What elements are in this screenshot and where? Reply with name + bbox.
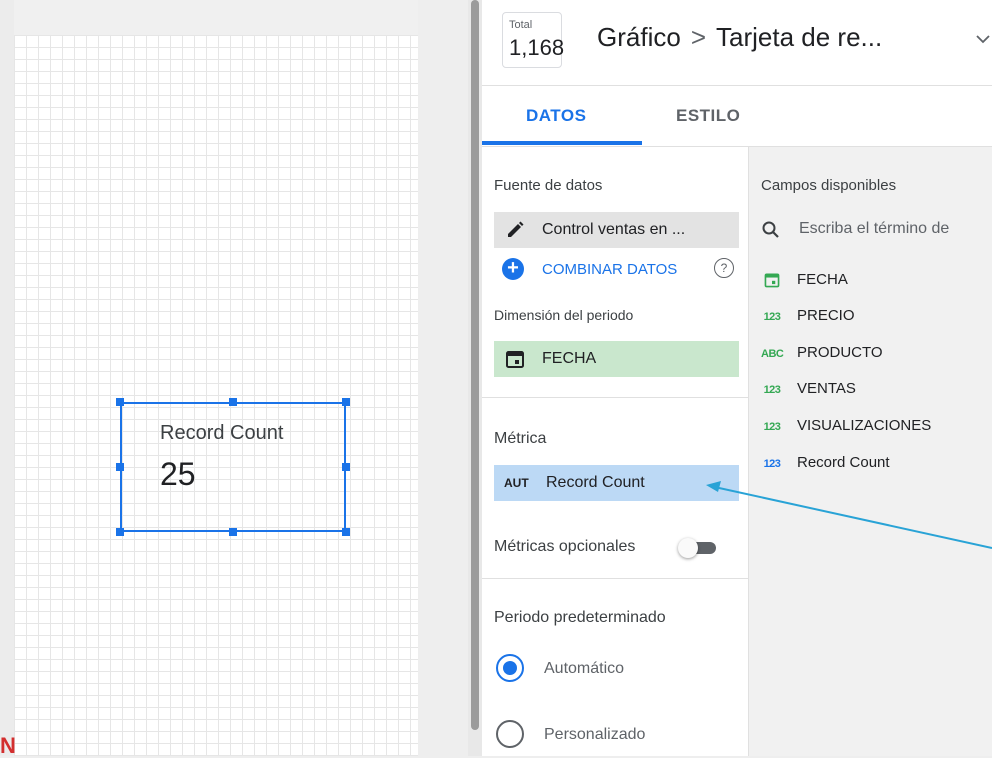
period-dimension-heading: Dimensión del periodo [494,307,634,323]
record-total-badge: Total 1,168 [502,12,565,68]
panel-header: Total 1,168 Gráfico > Tarjeta de re... [482,0,992,86]
radio-custom-label: Personalizado [544,726,646,743]
toggle-knob [678,538,698,558]
data-source-heading: Fuente de datos [494,177,603,194]
resize-handle-right[interactable] [342,463,350,471]
field-name: VENTAS [797,380,856,397]
section-divider [482,397,748,398]
combine-data-label: COMBINAR DATOS [542,261,678,278]
breadcrumb-root: Gráfico [597,22,681,52]
field-name: PRODUCTO [797,344,883,361]
left-edge [0,0,14,756]
field-item[interactable]: ABC PRODUCTO [761,344,992,368]
scorecard-label: Record Count [160,422,284,444]
help-icon[interactable]: ? [714,258,734,278]
field-item[interactable]: 123 Record Count [761,454,992,478]
report-canvas[interactable] [14,35,418,756]
data-source-chip[interactable]: Control ventas en ... [494,212,739,248]
metric-heading: Métrica [494,430,547,447]
radio-automatic-label: Automático [544,660,625,677]
radio-dot [503,661,517,675]
number-type-icon: 123 [763,311,781,323]
breadcrumb: Gráfico > Tarjeta de re... [597,22,882,53]
panel-tabs: DATOS ESTILO [482,86,992,147]
radio-automatic[interactable] [496,654,524,682]
field-item[interactable]: FECHA [761,271,992,295]
breadcrumb-separator: > [690,22,706,52]
data-source-value: Control ventas en ... [542,221,686,238]
field-name: VISUALIZACIONES [797,417,932,434]
field-name: FECHA [797,271,848,288]
calendar-field-icon [764,273,780,288]
field-item[interactable]: 123 VISUALIZACIONES [761,417,992,441]
metric-value: Record Count [546,474,645,491]
tab-estilo[interactable]: ESTILO [676,106,740,126]
resize-handle-left[interactable] [116,463,124,471]
pencil-icon[interactable] [504,219,526,241]
total-label: Total [509,19,533,31]
active-tab-indicator [482,141,642,145]
chevron-down-icon[interactable] [974,30,992,48]
data-settings-column: Fuente de datos Control ventas en ... + … [482,147,749,756]
field-name: PRECIO [797,307,855,324]
number-type-icon: 123 [763,458,781,470]
available-fields-column: Campos disponibles Escriba el término de… [749,147,992,756]
properties-panel: Total 1,168 Gráfico > Tarjeta de re... DAT… [482,0,992,756]
resize-handle-bottom[interactable] [229,528,237,536]
resize-handle-top-right[interactable] [342,398,350,406]
total-value: 1,168 [509,35,565,60]
scrollbar-thumb[interactable] [471,0,479,730]
scorecard-widget[interactable]: Record Count 25 [120,402,346,532]
field-item[interactable]: 123 VENTAS [761,380,992,404]
number-type-icon: 123 [763,384,781,396]
tab-datos[interactable]: DATOS [526,106,586,126]
resize-handle-bottom-right[interactable] [342,528,350,536]
available-fields-heading: Campos disponibles [761,177,897,194]
canvas-top-bar [14,0,418,35]
search-icon [762,221,779,238]
period-dimension-value: FECHA [542,350,597,367]
aggregation-badge[interactable]: AUT [504,476,529,490]
section-divider [482,578,748,579]
breadcrumb-current: Tarjeta de re... [716,22,883,52]
field-name: Record Count [797,454,890,471]
resize-handle-top-left[interactable] [116,398,124,406]
field-item[interactable]: 123 PRECIO [761,307,992,331]
text-type-icon: ABC [761,348,784,360]
field-search-input[interactable]: Escriba el término de [799,220,949,238]
optional-metrics-label: Métricas opcionales [494,538,636,555]
resize-handle-top[interactable] [229,398,237,406]
metric-chip[interactable]: AUT Record Count [494,465,739,501]
scorecard-value: 25 [160,456,196,492]
radio-custom[interactable] [496,720,524,748]
calendar-icon [506,351,524,368]
add-circle-icon: + [502,258,524,280]
edge-logo-fragment: N [0,733,16,758]
canvas-scrollbar[interactable] [468,0,482,756]
workspace-gap [418,0,468,756]
number-type-icon: 123 [763,421,781,433]
period-dimension-chip[interactable]: FECHA [494,341,739,377]
resize-handle-bottom-left[interactable] [116,528,124,536]
optional-metrics-toggle[interactable] [678,538,718,558]
default-period-heading: Periodo predeterminado [494,609,666,626]
